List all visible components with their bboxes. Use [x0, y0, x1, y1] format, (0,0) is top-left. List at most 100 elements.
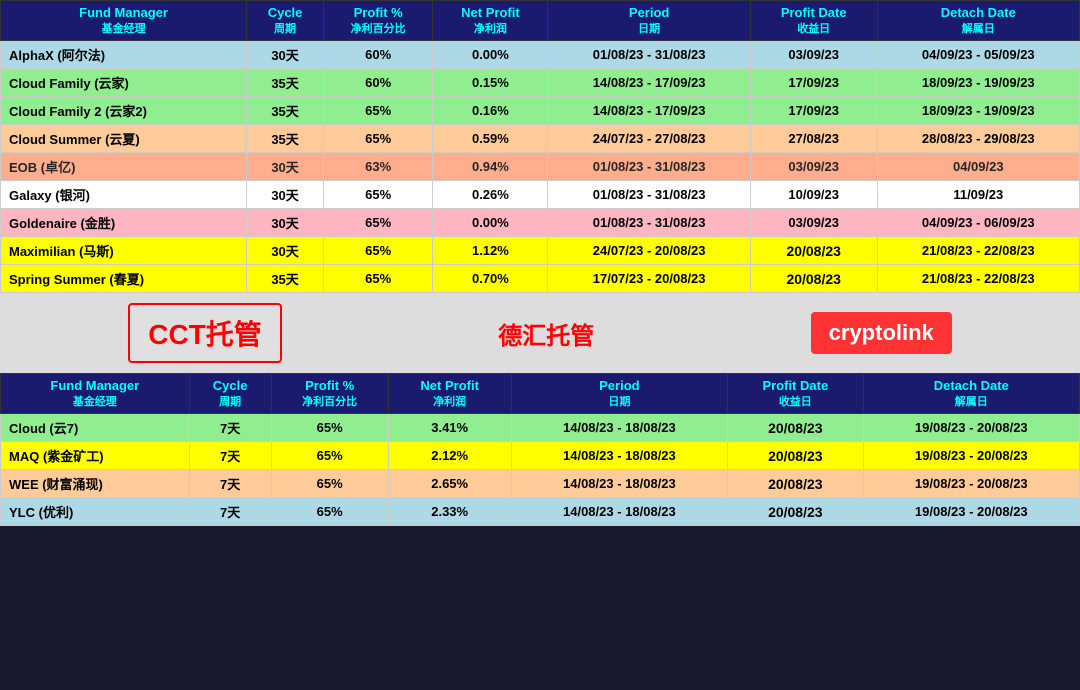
table-row: YLC (优利)7天65%2.33%14/08/23 - 18/08/2320/… [1, 498, 1080, 526]
period-cell: 14/08/23 - 18/08/23 [511, 498, 727, 526]
fund-manager-cell: WEE (财富涌现) [1, 470, 190, 498]
net-profit-cell: 2.33% [388, 498, 511, 526]
detach-date-cell: 04/09/23 - 05/09/23 [877, 41, 1079, 69]
period-cell: 14/08/23 - 17/09/23 [548, 97, 750, 125]
col2-detach-date: Detach Date 解属日 [863, 374, 1079, 414]
table-2-header-row: Fund Manager 基金经理 Cycle 周期 Profit % 净利百分… [1, 374, 1080, 414]
table-row: Cloud Summer (云夏)35天65%0.59%24/07/23 - 2… [1, 125, 1080, 153]
cycle-cell: 30天 [247, 153, 324, 181]
cycle-cell: 35天 [247, 125, 324, 153]
profit-pct-cell: 63% [323, 153, 432, 181]
detach-date-cell: 19/08/23 - 20/08/23 [863, 414, 1079, 442]
col-fund-manager: Fund Manager 基金经理 [1, 1, 247, 41]
profit-date-cell: 03/09/23 [750, 209, 877, 237]
crypto-label: cryptolink [811, 312, 952, 354]
profit-date-cell: 03/09/23 [750, 153, 877, 181]
period-cell: 17/07/23 - 20/08/23 [548, 265, 750, 293]
profit-date-cell: 20/08/23 [728, 470, 863, 498]
cycle-cell: 7天 [189, 498, 271, 526]
fund-manager-cell: EOB (卓亿) [1, 153, 247, 181]
fund-manager-cell: MAQ (紫金矿工) [1, 442, 190, 470]
detach-date-cell: 21/08/23 - 22/08/23 [877, 265, 1079, 293]
profit-date-cell: 10/09/23 [750, 181, 877, 209]
table-1-header-row: Fund Manager 基金经理 Cycle 周期 Profit % 净利百分… [1, 1, 1080, 41]
fund-manager-cell: Cloud Summer (云夏) [1, 125, 247, 153]
fund-manager-cell: Goldenaire (金胜) [1, 209, 247, 237]
period-cell: 01/08/23 - 31/08/23 [548, 209, 750, 237]
table-row: Goldenaire (金胜)30天65%0.00%01/08/23 - 31/… [1, 209, 1080, 237]
col2-net-profit: Net Profit 净利润 [388, 374, 511, 414]
profit-pct-cell: 65% [323, 97, 432, 125]
net-profit-cell: 0.94% [433, 153, 548, 181]
profit-pct-cell: 65% [323, 209, 432, 237]
table-row: Maximilian (马斯)30天65%1.12%24/07/23 - 20/… [1, 237, 1080, 265]
cycle-cell: 35天 [247, 265, 324, 293]
cycle-cell: 7天 [189, 442, 271, 470]
profit-pct-cell: 65% [271, 498, 388, 526]
net-profit-cell: 0.59% [433, 125, 548, 153]
fund-manager-cell: Cloud Family 2 (云家2) [1, 97, 247, 125]
profit-date-cell: 27/08/23 [750, 125, 877, 153]
net-profit-cell: 2.12% [388, 442, 511, 470]
profit-date-cell: 17/09/23 [750, 97, 877, 125]
col-profit-date: Profit Date 收益日 [750, 1, 877, 41]
profit-date-cell: 17/09/23 [750, 69, 877, 97]
table-row: Cloud Family 2 (云家2)35天65%0.16%14/08/23 … [1, 97, 1080, 125]
detach-date-cell: 19/08/23 - 20/08/23 [863, 470, 1079, 498]
profit-pct-cell: 60% [323, 69, 432, 97]
col2-profit-pct: Profit % 净利百分比 [271, 374, 388, 414]
fund-manager-cell: AlphaX (阿尔法) [1, 41, 247, 69]
detach-date-cell: 18/09/23 - 19/09/23 [877, 97, 1079, 125]
profit-pct-cell: 65% [323, 265, 432, 293]
period-cell: 01/08/23 - 31/08/23 [548, 181, 750, 209]
table-row: Cloud Family (云家)35天60%0.15%14/08/23 - 1… [1, 69, 1080, 97]
detach-date-cell: 19/08/23 - 20/08/23 [863, 498, 1079, 526]
period-cell: 14/08/23 - 18/08/23 [511, 470, 727, 498]
detach-date-cell: 04/09/23 [877, 153, 1079, 181]
table-row: Spring Summer (春夏)35天65%0.70%17/07/23 - … [1, 265, 1080, 293]
period-cell: 01/08/23 - 31/08/23 [548, 41, 750, 69]
cycle-cell: 30天 [247, 181, 324, 209]
dehui-label: 德汇托管 [498, 316, 594, 351]
net-profit-cell: 3.41% [388, 414, 511, 442]
table-1: Fund Manager 基金经理 Cycle 周期 Profit % 净利百分… [0, 0, 1080, 293]
net-profit-cell: 0.70% [433, 265, 548, 293]
net-profit-cell: 1.12% [433, 237, 548, 265]
profit-pct-cell: 65% [271, 470, 388, 498]
detach-date-cell: 19/08/23 - 20/08/23 [863, 442, 1079, 470]
table-2: Fund Manager 基金经理 Cycle 周期 Profit % 净利百分… [0, 373, 1080, 526]
detach-date-cell: 04/09/23 - 06/09/23 [877, 209, 1079, 237]
col-profit-pct: Profit % 净利百分比 [323, 1, 432, 41]
cycle-cell: 7天 [189, 414, 271, 442]
table-row: AlphaX (阿尔法)30天60%0.00%01/08/23 - 31/08/… [1, 41, 1080, 69]
col-detach-date: Detach Date 解属日 [877, 1, 1079, 41]
col-period: Period 日期 [548, 1, 750, 41]
net-profit-cell: 0.00% [433, 209, 548, 237]
col2-profit-date: Profit Date 收益日 [728, 374, 863, 414]
detach-date-cell: 28/08/23 - 29/08/23 [877, 125, 1079, 153]
period-cell: 14/08/23 - 18/08/23 [511, 414, 727, 442]
divider-section: CCT托管 德汇托管 cryptolink [0, 293, 1080, 373]
col2-period: Period 日期 [511, 374, 727, 414]
table-row: Cloud (云7)7天65%3.41%14/08/23 - 18/08/232… [1, 414, 1080, 442]
fund-manager-cell: Cloud (云7) [1, 414, 190, 442]
detach-date-cell: 21/08/23 - 22/08/23 [877, 237, 1079, 265]
col2-cycle: Cycle 周期 [189, 374, 271, 414]
profit-pct-cell: 65% [323, 237, 432, 265]
net-profit-cell: 0.15% [433, 69, 548, 97]
cycle-cell: 35天 [247, 69, 324, 97]
profit-pct-cell: 65% [271, 414, 388, 442]
net-profit-cell: 0.00% [433, 41, 548, 69]
profit-pct-cell: 65% [271, 442, 388, 470]
detach-date-cell: 11/09/23 [877, 181, 1079, 209]
period-cell: 01/08/23 - 31/08/23 [548, 153, 750, 181]
table-row: Galaxy (银河)30天65%0.26%01/08/23 - 31/08/2… [1, 181, 1080, 209]
net-profit-cell: 0.26% [433, 181, 548, 209]
fund-manager-cell: Cloud Family (云家) [1, 69, 247, 97]
period-cell: 24/07/23 - 27/08/23 [548, 125, 750, 153]
cycle-cell: 30天 [247, 41, 324, 69]
profit-pct-cell: 60% [323, 41, 432, 69]
profit-pct-cell: 65% [323, 181, 432, 209]
detach-date-cell: 18/09/23 - 19/09/23 [877, 69, 1079, 97]
table-row: EOB (卓亿)30天63%0.94%01/08/23 - 31/08/2303… [1, 153, 1080, 181]
